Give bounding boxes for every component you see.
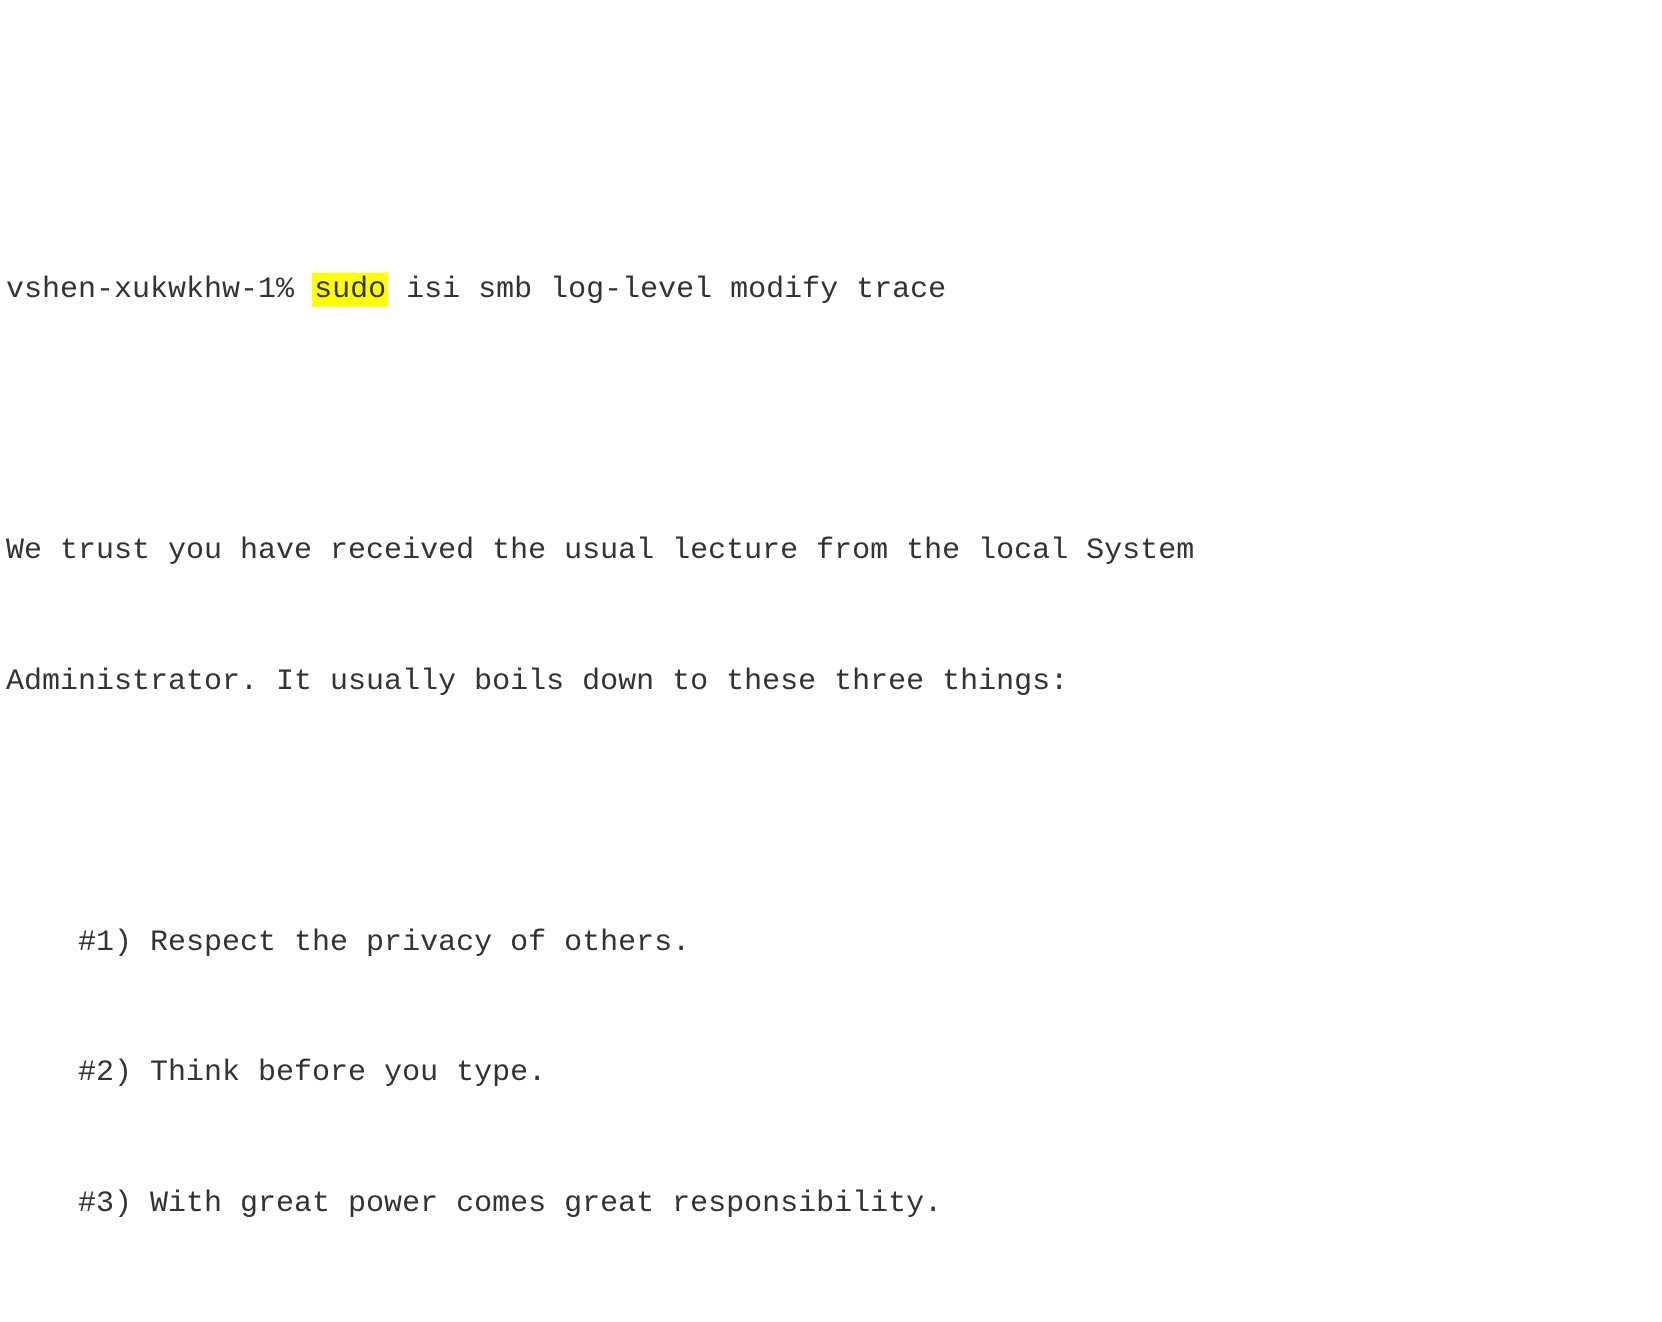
sudo-rule-3: #3) With great power comes great respons… [6,1183,1656,1227]
sudo-rule-2: #2) Think before you type. [6,1052,1656,1096]
sudo-lecture-line-2: Administrator. It usually boils down to … [6,661,1656,705]
terminal-output: vshen-xukwkhw-1% sudo isi smb log-level … [6,182,1656,1322]
highlighted-sudo: sudo [312,273,388,307]
blank-line [6,791,1656,835]
command-line-1: vshen-xukwkhw-1% sudo isi smb log-level … [6,269,1656,313]
command-remainder: isi smb log-level modify trace [388,273,946,307]
blank-line [6,400,1656,444]
sudo-rule-1: #1) Respect the privacy of others. [6,922,1656,966]
shell-prompt: vshen-xukwkhw-1% [6,273,312,307]
sudo-lecture-line-1: We trust you have received the usual lec… [6,530,1656,574]
blank-line [6,1313,1656,1322]
